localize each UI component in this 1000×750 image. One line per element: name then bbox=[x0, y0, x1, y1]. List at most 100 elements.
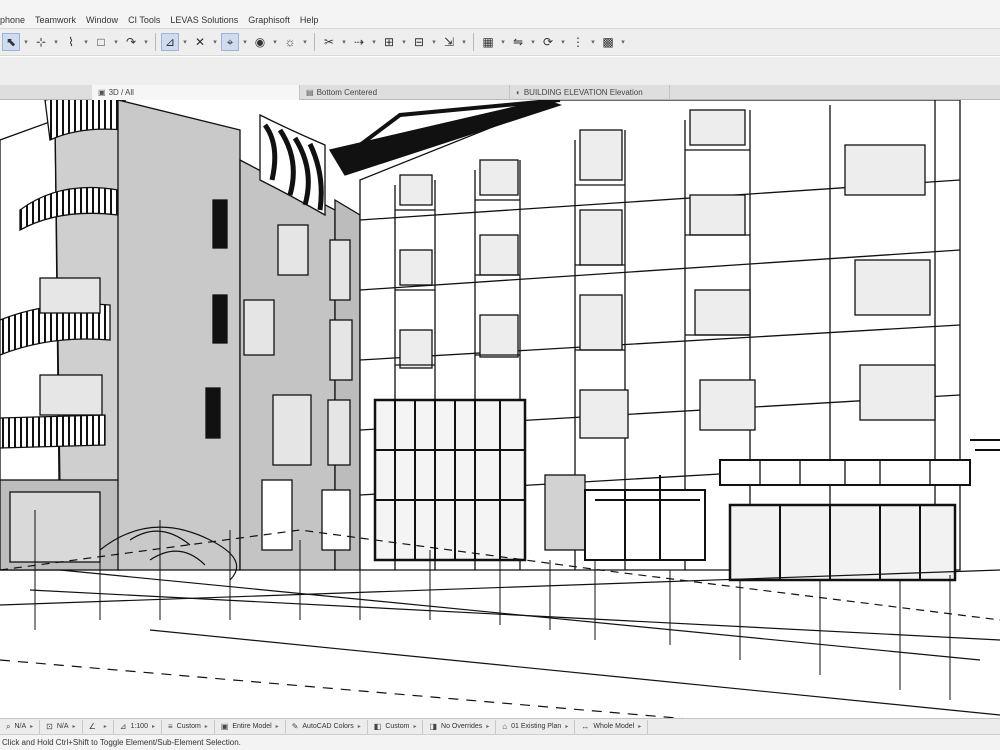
menu-item-teamwork[interactable]: Teamwork bbox=[30, 14, 81, 26]
gravity-button[interactable]: ⌖ bbox=[221, 33, 239, 51]
chevron-down-icon[interactable]: ▾ bbox=[400, 33, 408, 51]
quick-option-renovation[interactable]: ⌂ 01 Existing Plan ▸ bbox=[496, 719, 576, 734]
arrow-select-button[interactable]: ⬉ bbox=[2, 33, 20, 51]
snap-icon: ⊿ bbox=[164, 35, 176, 49]
curve-icon: ↷ bbox=[125, 35, 137, 49]
chevron-down-icon[interactable]: ▾ bbox=[241, 33, 249, 51]
sun-button[interactable]: ☼ bbox=[281, 33, 299, 51]
quick-option-value: N/A bbox=[14, 723, 27, 730]
chevron-down-icon[interactable]: ▾ bbox=[559, 33, 567, 51]
menu-item-ci-tools[interactable]: CI Tools bbox=[123, 14, 165, 26]
chevron-down-icon[interactable]: ▾ bbox=[211, 33, 219, 51]
quick-option-value: Custom bbox=[176, 723, 201, 730]
pen-icon: ✎ bbox=[291, 722, 299, 731]
chevron-down-icon[interactable]: ▸ bbox=[152, 723, 155, 730]
quick-option-value: Entire Model bbox=[232, 723, 272, 730]
chevron-down-icon[interactable]: ▾ bbox=[301, 33, 309, 51]
chevron-down-icon[interactable]: ▸ bbox=[276, 723, 279, 730]
chevron-down-icon[interactable]: ▸ bbox=[205, 723, 208, 730]
rotate-button[interactable]: ⟳ bbox=[539, 33, 557, 51]
quick-option-angle[interactable]: ∠ ▸ bbox=[83, 719, 114, 734]
offset-button[interactable]: ⇢ bbox=[350, 33, 368, 51]
lock-icon: ⊡ bbox=[46, 722, 53, 731]
layout-icon: ▤ bbox=[306, 88, 314, 97]
rectangle-button[interactable]: □ bbox=[92, 33, 110, 51]
menu-item-phone[interactable]: phone bbox=[0, 14, 30, 26]
mirror-button[interactable]: ⇋ bbox=[509, 33, 527, 51]
menu-item-help[interactable]: Help bbox=[295, 14, 324, 26]
status-text: Click and Hold Ctrl+Shift to Toggle Elem… bbox=[2, 738, 241, 747]
menu-item-window[interactable]: Window bbox=[81, 14, 123, 26]
chevron-down-icon[interactable]: ▾ bbox=[142, 33, 150, 51]
align-button[interactable]: ⊞ bbox=[380, 33, 398, 51]
toolbar-divider bbox=[155, 33, 156, 51]
rotate-icon: ⟳ bbox=[542, 35, 554, 49]
quick-option-scale[interactable]: ⊿ 1:100 ▸ bbox=[114, 719, 162, 734]
chevron-down-icon[interactable]: ▾ bbox=[430, 33, 438, 51]
renovation-icon: ⌂ bbox=[502, 722, 508, 731]
3d-view-icon: ▣ bbox=[98, 88, 106, 97]
marquee-button[interactable]: ⊹ bbox=[32, 33, 50, 51]
standard-toolbar: ⬉ ▾ ⊹ ▾ ⌇ ▾ □ ▾ ↷ ▾ ⊿ ▾ ✕ ▾ ⌖ ▾ ◉ ▾ ☼ ▾ ✂ ▾ ⇢ ▾ ⊞ ▾ ⊟ ▾ ⇲ ▾ ▦ ▾ ⇋ ▾ ⟳ ▾ ⋮ ▾ ▩ ▾ bbox=[0, 28, 1000, 56]
chevron-down-icon[interactable]: ▸ bbox=[638, 723, 641, 730]
chevron-down-icon[interactable]: ▸ bbox=[565, 723, 568, 730]
chevron-down-icon[interactable]: ▾ bbox=[271, 33, 279, 51]
eye-icon: ◉ bbox=[254, 35, 266, 49]
menu-item-graphisoft[interactable]: Graphisoft bbox=[243, 14, 295, 26]
toolbar-divider bbox=[314, 33, 315, 51]
tab-bottom-centered[interactable]: ▤ Bottom Centered bbox=[300, 85, 510, 100]
guide-icon: ✕ bbox=[194, 35, 206, 49]
quick-option-pen[interactable]: ✎ AutoCAD Colors ▸ bbox=[286, 719, 368, 734]
chevron-down-icon[interactable]: ▸ bbox=[73, 723, 76, 730]
quick-option-lock[interactable]: ⊡ N/A ▸ bbox=[40, 719, 83, 734]
menu-item-levas-solutions[interactable]: LEVAS Solutions bbox=[165, 14, 243, 26]
cut-button[interactable]: ✂ bbox=[320, 33, 338, 51]
quick-option-override[interactable]: ◧ Custom ▸ bbox=[368, 719, 424, 734]
eye-button[interactable]: ◉ bbox=[251, 33, 269, 51]
chevron-down-icon[interactable]: ▾ bbox=[460, 33, 468, 51]
snap-button[interactable]: ⊿ bbox=[161, 33, 179, 51]
quick-option-value: No Overrides bbox=[441, 723, 483, 730]
chevron-down-icon[interactable]: ▾ bbox=[619, 33, 627, 51]
quick-option-model[interactable]: ▣ Entire Model ▸ bbox=[215, 719, 286, 734]
quick-options-bar: ⌕ N/A ▸ ⊡ N/A ▸ ∠ ▸ ⊿ 1:100 ▸ ≡ Custom ▸ ▣ Entire Model… bbox=[0, 718, 1000, 734]
chevron-down-icon[interactable]: ▸ bbox=[486, 723, 489, 730]
chevron-down-icon[interactable]: ▸ bbox=[30, 723, 33, 730]
rectangle-icon: □ bbox=[97, 35, 105, 49]
distribute-icon: ⊟ bbox=[413, 35, 425, 49]
chevron-down-icon[interactable]: ▾ bbox=[82, 33, 90, 51]
quick-option-dimension[interactable]: ↔ Whole Model ▸ bbox=[575, 719, 649, 734]
magnifier-icon: ⌕ bbox=[6, 721, 11, 731]
guide-button[interactable]: ✕ bbox=[191, 33, 209, 51]
chevron-down-icon[interactable]: ▾ bbox=[181, 33, 189, 51]
3d-model-viewport[interactable] bbox=[0, 100, 1000, 718]
chevron-down-icon[interactable]: ▾ bbox=[499, 33, 507, 51]
3d-building-render bbox=[0, 100, 1000, 718]
curve-button[interactable]: ↷ bbox=[122, 33, 140, 51]
tab-3d-all[interactable]: ▣ 3D / All bbox=[92, 85, 300, 100]
chevron-down-icon[interactable]: ▾ bbox=[52, 33, 60, 51]
chevron-down-icon[interactable]: ▾ bbox=[340, 33, 348, 51]
chevron-down-icon[interactable]: ▾ bbox=[589, 33, 597, 51]
chevron-down-icon[interactable]: ▾ bbox=[22, 33, 30, 51]
wall-button[interactable]: ⌇ bbox=[62, 33, 80, 51]
quick-option-layer[interactable]: ≡ Custom ▸ bbox=[162, 719, 215, 734]
chevron-down-icon[interactable]: ▸ bbox=[104, 723, 107, 730]
matrix-button[interactable]: ⋮ bbox=[569, 33, 587, 51]
grid-button[interactable]: ▩ bbox=[599, 33, 617, 51]
layout-button[interactable]: ▦ bbox=[479, 33, 497, 51]
offset-icon: ⇢ bbox=[353, 35, 365, 49]
chevron-down-icon[interactable]: ▾ bbox=[529, 33, 537, 51]
quick-option-no-override[interactable]: ◨ No Overrides ▸ bbox=[423, 719, 497, 734]
chevron-down-icon[interactable]: ▾ bbox=[370, 33, 378, 51]
grid-icon: ▩ bbox=[602, 35, 614, 49]
distribute-button[interactable]: ⊟ bbox=[410, 33, 428, 51]
quick-option-magnifier[interactable]: ⌕ N/A ▸ bbox=[0, 719, 41, 734]
chevron-down-icon[interactable]: ▾ bbox=[112, 33, 120, 51]
chevron-down-icon[interactable]: ▸ bbox=[413, 723, 416, 730]
tab-building-elevation[interactable]: ◐ BUILDING ELEVATION Elevation bbox=[510, 85, 670, 100]
stretch-button[interactable]: ⇲ bbox=[440, 33, 458, 51]
toolbar-divider bbox=[473, 33, 474, 51]
view-tab-bar: ▣ 3D / All ▤ Bottom Centered ◐ BUILDING … bbox=[0, 85, 1000, 100]
chevron-down-icon[interactable]: ▸ bbox=[358, 723, 361, 730]
